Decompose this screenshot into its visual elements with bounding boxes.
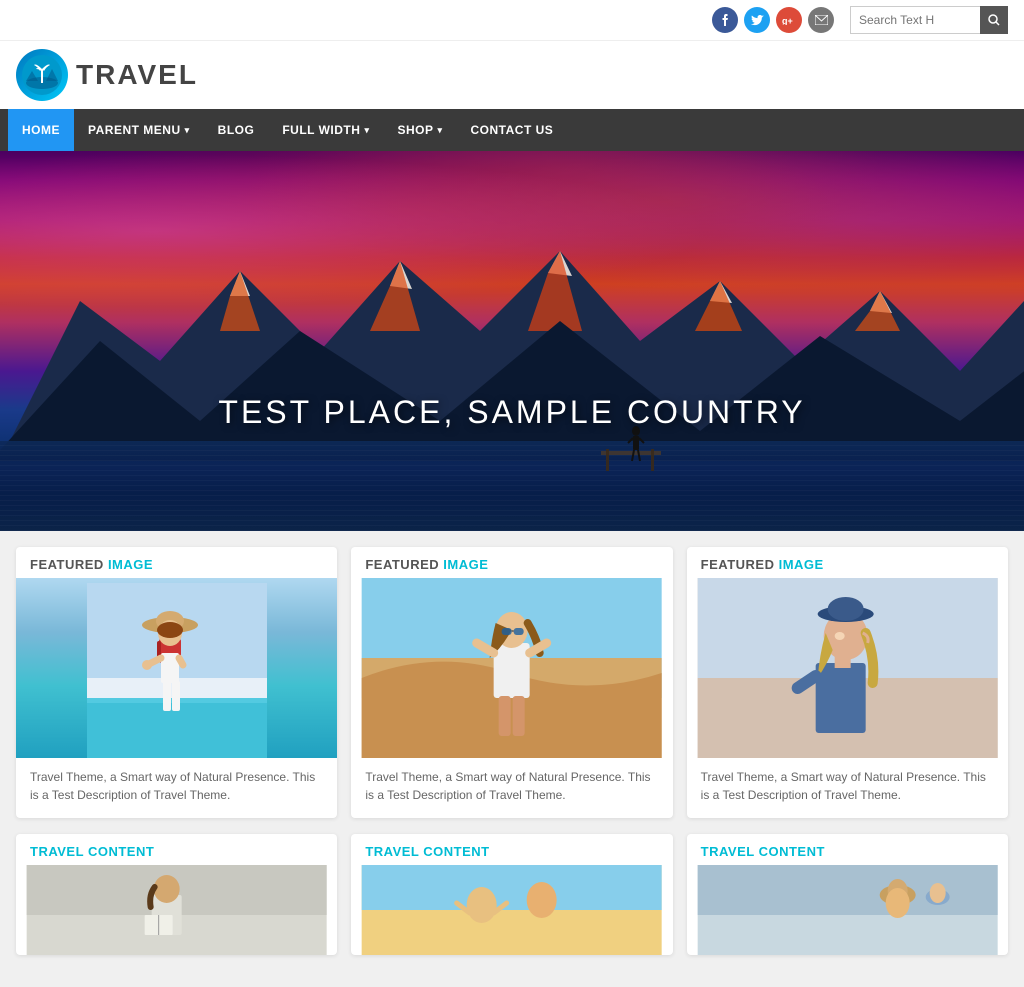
hero-title: TEST PLACE, SAMPLE COUNTRY <box>218 394 805 431</box>
travel-card-2-header: TRAVEL CONTENT <box>351 834 672 865</box>
featured-card-2: FEATURED IMAGE <box>351 547 672 818</box>
svg-text:g+: g+ <box>782 16 793 25</box>
logo-text: TRAVEL <box>76 59 198 91</box>
search-input[interactable] <box>850 6 980 34</box>
card-3-image <box>687 578 1008 758</box>
hero-section: TEST PLACE, SAMPLE COUNTRY <box>0 151 1024 531</box>
google-plus-icon[interactable]: g+ <box>776 7 802 33</box>
travel-card-1-header: TRAVEL CONTENT <box>16 834 337 865</box>
card-3-description: Travel Theme, a Smart way of Natural Pre… <box>687 758 1008 818</box>
nav-contact[interactable]: CONTACT US <box>457 109 568 151</box>
travel-card-3: TRAVEL CONTENT <box>687 834 1008 955</box>
featured-card-3: FEATURED IMAGE <box>687 547 1008 818</box>
logo[interactable]: TRAVEL <box>16 49 198 101</box>
nav-blog[interactable]: BLOG <box>204 109 269 151</box>
travel-cards-grid: TRAVEL CONTENT <box>16 834 1008 955</box>
featured-cards-grid: FEATURED IMAGE <box>16 547 1008 818</box>
card-1-image <box>16 578 337 758</box>
social-icons: g+ <box>712 7 834 33</box>
card-3-header: FEATURED IMAGE <box>687 547 1008 578</box>
travel-card-2: TRAVEL CONTENT <box>351 834 672 955</box>
travel-card-1: TRAVEL CONTENT <box>16 834 337 955</box>
email-icon[interactable] <box>808 7 834 33</box>
main-nav: HOME PARENT MENU ▾ BLOG FULL WIDTH ▾ SHO… <box>0 109 1024 151</box>
logo-icon <box>16 49 68 101</box>
main-content: FEATURED IMAGE <box>0 531 1024 987</box>
nav-full-width[interactable]: FULL WIDTH ▾ <box>268 109 383 151</box>
chevron-down-icon: ▾ <box>364 125 369 136</box>
facebook-icon[interactable] <box>712 7 738 33</box>
chevron-down-icon: ▾ <box>437 125 442 136</box>
card-2-image <box>351 578 672 758</box>
card-1-description: Travel Theme, a Smart way of Natural Pre… <box>16 758 337 818</box>
twitter-icon[interactable] <box>744 7 770 33</box>
top-bar: g+ <box>0 0 1024 41</box>
travel-card-1-image <box>16 865 337 955</box>
search-bar <box>850 6 1008 34</box>
travel-card-3-image <box>687 865 1008 955</box>
nav-parent-menu[interactable]: PARENT MENU ▾ <box>74 109 204 151</box>
nav-home[interactable]: HOME <box>8 109 74 151</box>
travel-card-3-header: TRAVEL CONTENT <box>687 834 1008 865</box>
site-header: TRAVEL <box>0 41 1024 109</box>
chevron-down-icon: ▾ <box>185 125 190 136</box>
card-2-description: Travel Theme, a Smart way of Natural Pre… <box>351 758 672 818</box>
travel-card-2-image <box>351 865 672 955</box>
nav-shop[interactable]: SHOP ▾ <box>383 109 456 151</box>
card-1-header: FEATURED IMAGE <box>16 547 337 578</box>
search-button[interactable] <box>980 6 1008 34</box>
featured-card-1: FEATURED IMAGE <box>16 547 337 818</box>
card-2-header: FEATURED IMAGE <box>351 547 672 578</box>
